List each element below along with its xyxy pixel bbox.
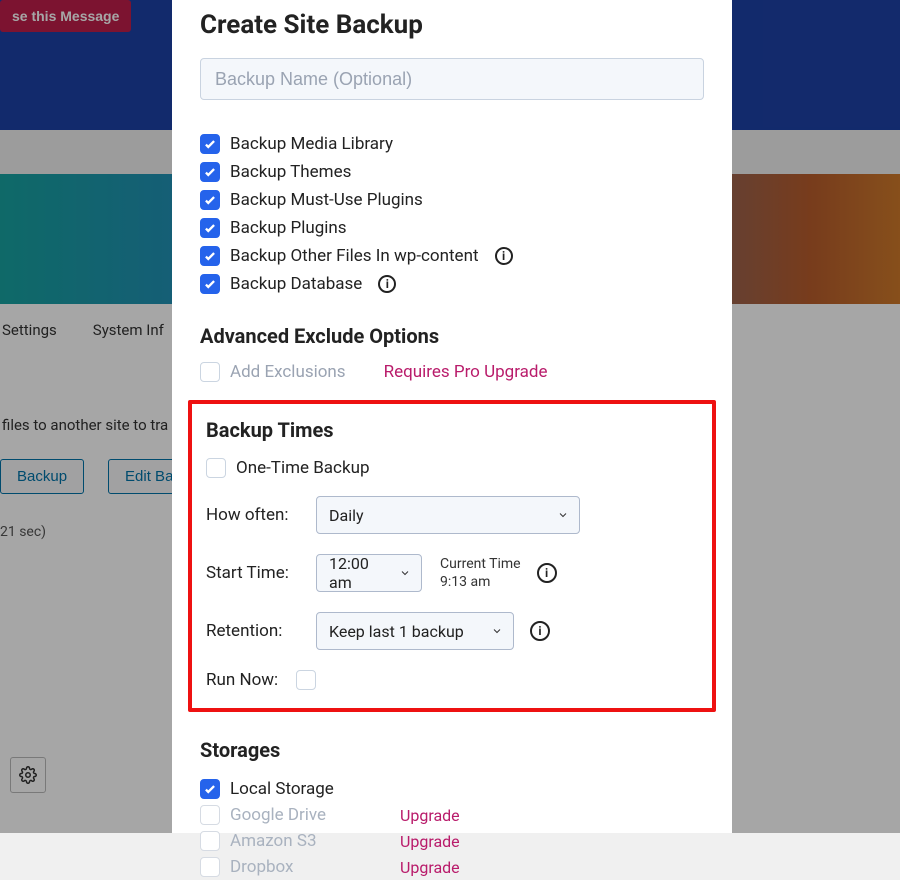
chevron-down-icon [491,625,503,637]
backup-times-highlight: Backup Times One-Time Backup How often: … [188,400,716,712]
chevron-down-icon [399,567,411,579]
label-plugins: Backup Plugins [230,218,347,238]
info-icon[interactable]: i [378,275,396,293]
current-time-value: 9:13 am [440,573,521,591]
how-often-label: How often: [206,505,302,525]
upgrade-link-dropbox[interactable]: Upgrade [400,858,460,877]
how-often-select[interactable]: Daily [316,496,580,534]
checkbox-one-time[interactable] [206,458,226,478]
checkbox-themes[interactable] [200,162,220,182]
checkbox-google-drive [200,805,220,825]
label-database: Backup Database [230,274,362,294]
checkbox-wp-content[interactable] [200,246,220,266]
label-mu-plugins: Backup Must-Use Plugins [230,190,423,210]
run-now-label: Run Now: [206,670,278,690]
modal-title: Create Site Backup [200,10,704,40]
label-media: Backup Media Library [230,134,393,154]
label-google-drive: Google Drive [230,805,326,825]
chevron-down-icon [557,509,569,521]
checkbox-add-exclusions [200,362,220,382]
retention-select[interactable]: Keep last 1 backup [316,612,514,650]
info-icon[interactable]: i [530,621,550,641]
start-time-select[interactable]: 12:00 am [316,554,422,592]
label-one-time: One-Time Backup [236,458,370,478]
current-time-label: Current Time [440,556,521,572]
label-local-storage: Local Storage [230,779,334,799]
upgrade-link-s3[interactable]: Upgrade [400,832,460,851]
checkbox-run-now[interactable] [296,670,316,690]
advanced-exclude-title: Advanced Exclude Options [200,324,704,348]
requires-pro-link[interactable]: Requires Pro Upgrade [384,362,548,382]
checkbox-media[interactable] [200,134,220,154]
label-wp-content: Backup Other Files In wp-content [230,246,479,266]
label-themes: Backup Themes [230,162,351,182]
info-icon[interactable]: i [537,563,557,583]
start-time-value: 12:00 am [329,554,387,592]
checkbox-dropbox [200,857,220,877]
label-add-exclusions: Add Exclusions [230,362,346,382]
storages-list: Local Storage Google Drive Upgrade Amazo… [200,776,704,880]
create-backup-modal: Create Site Backup Backup Media Library … [172,0,732,833]
backup-name-input[interactable] [200,58,704,100]
current-time: Current Time 9:13 am [440,555,521,591]
retention-label: Retention: [206,621,302,641]
start-time-label: Start Time: [206,563,302,583]
checkbox-local-storage[interactable] [200,779,220,799]
backup-options-list: Backup Media Library Backup Themes Backu… [200,130,704,298]
checkbox-plugins[interactable] [200,218,220,238]
upgrade-link-gdrive[interactable]: Upgrade [400,806,460,825]
info-icon[interactable]: i [495,247,513,265]
retention-value: Keep last 1 backup [329,622,464,641]
how-often-value: Daily [329,506,364,525]
backup-times-title: Backup Times [206,418,698,442]
label-amazon-s3: Amazon S3 [230,831,317,851]
label-dropbox: Dropbox [230,857,294,877]
storages-title: Storages [200,738,704,762]
checkbox-mu-plugins[interactable] [200,190,220,210]
checkbox-database[interactable] [200,274,220,294]
checkbox-amazon-s3 [200,831,220,851]
add-exclusions-row: Add Exclusions Requires Pro Upgrade [200,362,704,382]
